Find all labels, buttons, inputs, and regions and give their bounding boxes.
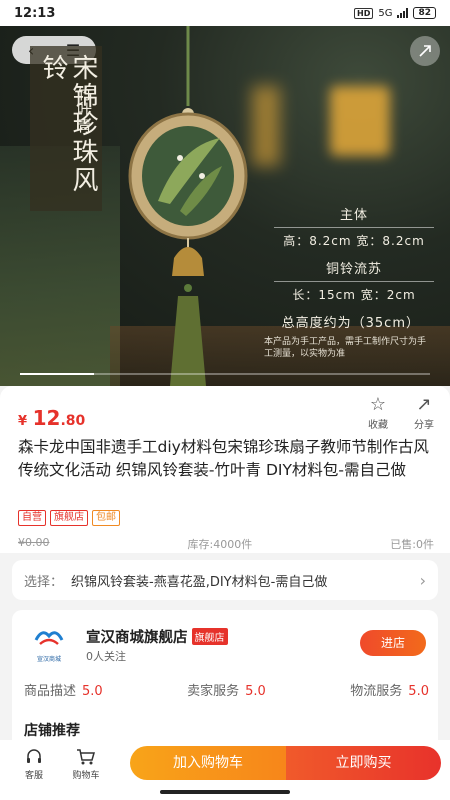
price-decimal: .80 (60, 413, 86, 429)
price-symbol: ¥ (18, 414, 28, 429)
customer-service-button[interactable]: 客服 (14, 748, 54, 781)
rating-logistics: 物流服务 5.0 (350, 680, 429, 699)
share-label: 分享 (414, 420, 434, 431)
status-time: 12:13 (14, 5, 56, 21)
share-icon: ↗ (416, 394, 432, 415)
product-image[interactable]: ‹ ☰ 宋锦珍珠风铃 竹叶青 主体 高：8.2cm 宽：8.2cm 铜铃流苏 长… (0, 26, 450, 386)
flagship-badge: 旗舰店 (191, 628, 228, 645)
rating-score: 5.0 (245, 684, 266, 699)
image-carousel-progress (20, 373, 430, 375)
spec2-text: 长：15cm 宽：2cm (292, 288, 416, 302)
battery-level: 82 (418, 8, 431, 18)
store-card: 宣汉商城 宣汉商城旗舰店 旗舰店 0人关注 进店 商品描述 5.0 卖家服务 5.0… (12, 610, 438, 760)
spec1-head: 主体 (339, 208, 368, 223)
home-indicator (160, 790, 290, 794)
rating-score: 5.0 (82, 684, 103, 699)
product-title: 森卡龙中国非遗手工diy材料包宋锦珍珠扇子教师节制作古风传统文化活动 织锦风铃套… (18, 438, 429, 479)
store-logo-icon (34, 631, 64, 645)
star-icon: ☆ (369, 394, 387, 415)
stock-count: 库存:4000件 (187, 538, 253, 551)
cart-label: 购物车 (72, 771, 100, 781)
product-meta: ¥0.00 库存:4000件 已售:0件 (18, 536, 434, 552)
price: ¥ 12.80 (18, 406, 85, 430)
variant-selector[interactable]: 选择： 织锦风铃套装-燕喜花盈,DIY材料包-需自己做 › (12, 560, 438, 600)
spec-note: 本产品为手工产品，需手工制作尺寸为手工测量，以实物为准 (264, 337, 427, 359)
favorite-button[interactable]: ☆ 收藏 (358, 394, 398, 431)
enter-store-button[interactable]: 进店 (360, 630, 426, 656)
store-logo[interactable]: 宣汉商城 (32, 626, 66, 663)
store-logo-text: 宣汉商城 (36, 656, 61, 663)
network-label: 5G (378, 7, 393, 19)
share-button[interactable]: ↗ 分享 (404, 394, 444, 431)
store-followers: 0人关注 (86, 650, 126, 663)
rating-description: 商品描述 5.0 (24, 680, 103, 699)
signal-icon (397, 8, 409, 18)
store-name[interactable]: 宣汉商城旗舰店 (86, 626, 188, 647)
rating-seller-service: 卖家服务 5.0 (187, 680, 266, 699)
rating-label: 商品描述 (24, 684, 77, 699)
buy-now-button[interactable]: 立即购买 (286, 746, 441, 780)
variant-label: 选择： (24, 574, 64, 590)
product-tags: 自营 旗舰店 包邮 (18, 510, 120, 526)
favorite-label: 收藏 (368, 420, 388, 431)
cart-icon (66, 748, 106, 768)
spec2-head: 铜铃流苏 (325, 262, 382, 277)
hd-icon: HD (354, 7, 374, 19)
store-name-row: 宣汉商城旗舰店 旗舰店 (86, 626, 228, 647)
hero-share-icon[interactable] (410, 36, 440, 66)
carousel-progress-fill (20, 373, 94, 375)
original-price: ¥0.00 (18, 536, 50, 549)
variant-value: 织锦风铃套装-燕喜花盈,DIY材料包-需自己做 (71, 574, 328, 590)
cart-button[interactable]: 购物车 (66, 748, 106, 781)
tag-free-shipping: 包邮 (92, 510, 120, 526)
spec-main-body: 主体 高：8.2cm 宽：8.2cm (274, 204, 434, 249)
rating-label: 物流服务 (350, 684, 403, 699)
battery-icon: 82 (413, 7, 436, 19)
bottom-action-bar: 客服 购物车 加入购物车 立即购买 (0, 740, 450, 800)
spec-total-height: 总高度约为（35cm） (281, 316, 420, 331)
wind-chime-illustration (128, 26, 248, 386)
service-label: 客服 (24, 771, 43, 781)
tag-flagship: 旗舰店 (50, 510, 88, 526)
chevron-right-icon: › (419, 570, 426, 590)
add-to-cart-button[interactable]: 加入购物车 (130, 746, 286, 780)
spec1-text: 高：8.2cm 宽：8.2cm (283, 234, 425, 248)
store-ratings: 商品描述 5.0 卖家服务 5.0 物流服务 5.0 (24, 680, 429, 699)
rating-label: 卖家服务 (187, 684, 240, 699)
headset-icon (14, 748, 54, 768)
status-bar: 12:13 HD 5G 82 (0, 0, 450, 26)
store-recommend-heading: 店铺推荐 (24, 723, 80, 739)
product-info-card: ¥ 12.80 ☆ 收藏 ↗ 分享 森卡龙中国非遗手工diy材料包宋锦珍珠扇子教… (0, 386, 450, 553)
tag-self-operated: 自营 (18, 510, 46, 526)
spec-bell-tassel: 铜铃流苏 长：15cm 宽：2cm (274, 258, 434, 303)
hero-subtitle: 竹叶青 (75, 86, 93, 134)
product-title-banner: 宋锦珍珠风铃 竹叶青 (30, 46, 102, 211)
sold-count: 已售:0件 (390, 538, 434, 551)
rating-score: 5.0 (408, 684, 429, 699)
price-integer: 12 (32, 406, 61, 430)
